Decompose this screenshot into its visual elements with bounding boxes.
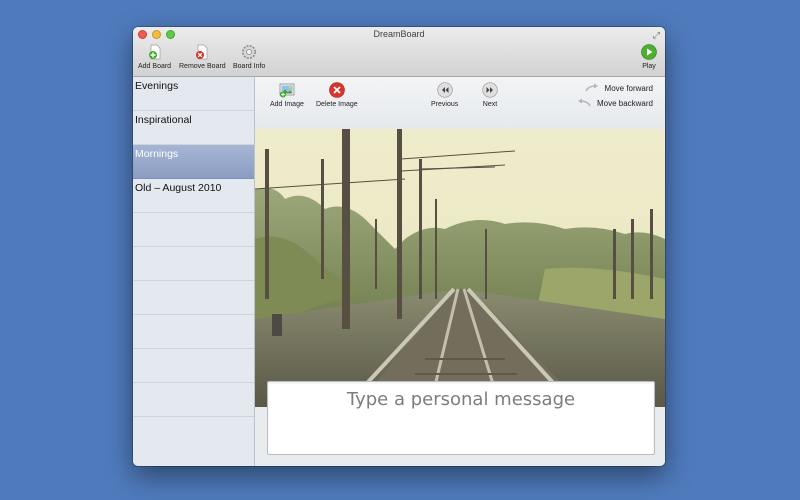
add-board-label: Add Board	[138, 63, 172, 70]
next-icon	[482, 82, 498, 98]
delete-image-label: Delete Image	[316, 101, 358, 108]
move-forward-label: Move forward	[604, 83, 653, 93]
board-info-icon	[241, 44, 257, 60]
board-info-button[interactable]: Board Info	[233, 44, 265, 70]
play-button[interactable]: Play	[641, 44, 657, 70]
personal-message-box[interactable]	[267, 381, 655, 455]
move-forward-button[interactable]: Move forward	[584, 83, 653, 93]
move-backward-button[interactable]: Move backward	[577, 98, 653, 108]
board-list: Evenings Inspirational Mornings Old – Au…	[133, 77, 255, 466]
app-window: DreamBoard ⤢ Add Board Remove Board Boar…	[133, 27, 665, 466]
board-label: Mornings	[135, 148, 179, 160]
add-board-icon	[147, 44, 163, 60]
board-toolbar: Add Image Delete Image Previous Next Mov…	[255, 77, 665, 130]
board-label: Evenings	[135, 80, 179, 92]
add-board-button[interactable]: Add Board	[138, 44, 171, 70]
board-list-item-evenings[interactable]: Evenings	[133, 77, 254, 111]
delete-image-button[interactable]: Delete Image	[316, 82, 358, 108]
empty-row	[133, 349, 254, 383]
board-image[interactable]	[255, 129, 665, 407]
remove-board-button[interactable]: Remove Board	[179, 44, 226, 70]
board-list-item-mornings[interactable]: Mornings	[133, 145, 254, 179]
fullscreen-icon[interactable]: ⤢	[653, 30, 660, 40]
play-label: Play	[642, 63, 656, 70]
next-button[interactable]: Next	[482, 82, 498, 108]
add-image-button[interactable]: Add Image	[270, 82, 304, 108]
play-icon	[641, 44, 657, 60]
board-info-label: Board Info	[233, 63, 266, 70]
empty-row	[133, 281, 254, 315]
remove-board-label: Remove Board	[179, 63, 226, 70]
titlebar: DreamBoard ⤢ Add Board Remove Board Boar…	[133, 27, 665, 77]
personal-message-input[interactable]	[268, 385, 654, 413]
previous-button[interactable]: Previous	[431, 82, 458, 108]
add-image-label: Add Image	[270, 101, 304, 108]
board-label: Old – August 2010	[135, 182, 222, 194]
board-list-item-old-august-2010[interactable]: Old – August 2010	[133, 179, 254, 213]
empty-row	[133, 213, 254, 247]
window-title: DreamBoard	[373, 29, 425, 39]
delete-image-icon	[329, 82, 345, 98]
remove-board-icon	[194, 44, 210, 60]
empty-row	[133, 247, 254, 281]
move-forward-icon	[584, 83, 598, 92]
previous-icon	[436, 82, 453, 98]
empty-row	[133, 383, 254, 417]
empty-row	[133, 315, 254, 349]
next-label: Next	[482, 101, 498, 108]
move-backward-icon	[577, 98, 591, 107]
railway-photo	[255, 129, 665, 407]
board-editor: Add Image Delete Image Previous Next Mov…	[255, 77, 665, 466]
previous-label: Previous	[431, 101, 459, 108]
move-backward-label: Move backward	[596, 98, 653, 108]
add-image-icon	[279, 82, 295, 98]
board-list-item-inspirational[interactable]: Inspirational	[133, 111, 254, 145]
board-label: Inspirational	[135, 114, 192, 126]
